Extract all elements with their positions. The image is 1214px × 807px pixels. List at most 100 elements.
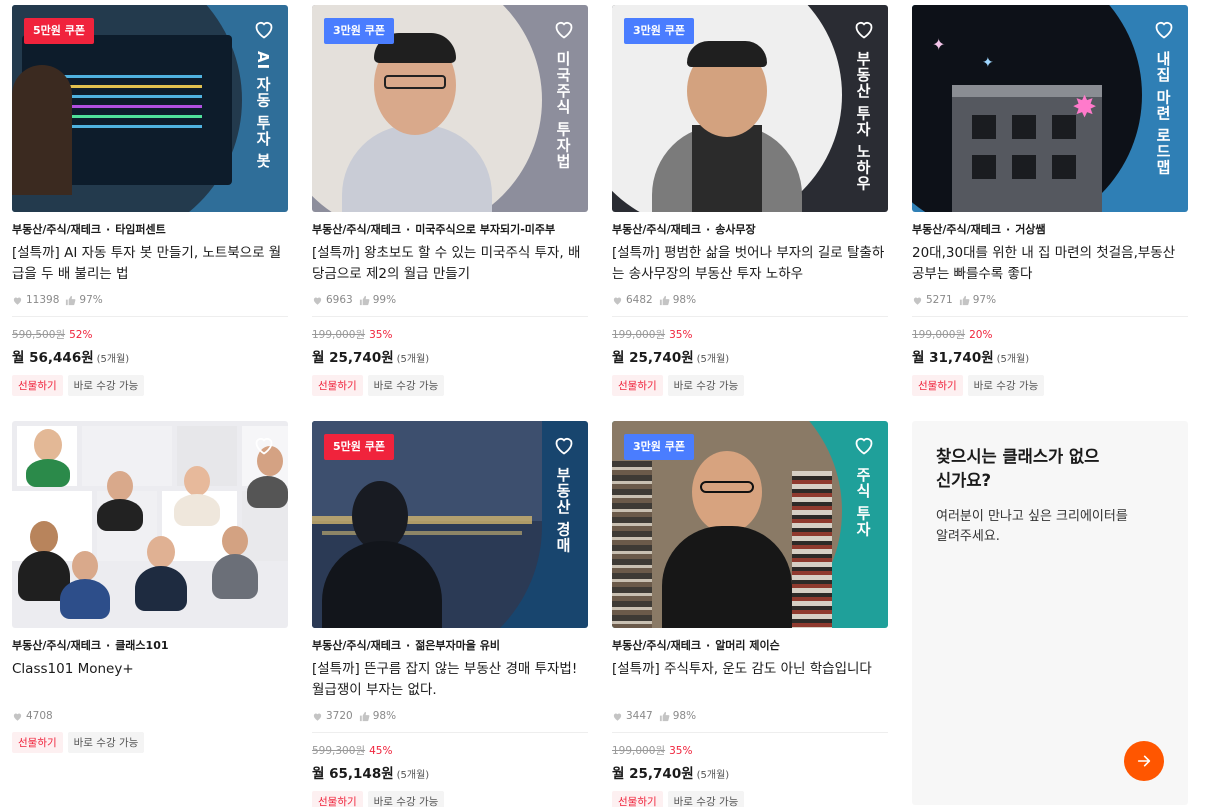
like-count: 3447 <box>626 710 653 722</box>
price-row: 199,000원 35% <box>612 743 888 758</box>
heart-icon[interactable] <box>252 433 276 457</box>
class-card[interactable]: 부동산/주식/재테크 · 클래스101 Class101 Money+ 4708 선… <box>12 421 288 753</box>
monthly-amount: 월 25,740원 <box>612 350 694 366</box>
class-thumbnail[interactable]: 5만원 쿠폰 부동산 경매 <box>312 421 588 628</box>
monthly-price: 월 31,740원 (5개월) <box>912 346 1188 366</box>
class-meta: 부동산/주식/재테크 · 알머리 제이슨 <box>612 639 780 652</box>
class-title[interactable]: [설특까] 평범한 삶을 벗어나 부자의 길로 탈출하는 송사무장의 부동산 투… <box>612 243 888 285</box>
gift-tag[interactable]: 선물하기 <box>612 791 663 807</box>
thumbnail-title: 내집 마련 로드맵 <box>1154 51 1172 176</box>
original-price: 199,000원 <box>312 329 366 341</box>
original-price: 590,500원 <box>12 329 66 341</box>
class-stats: 4708 <box>12 710 288 722</box>
heart-count-icon <box>313 297 322 305</box>
thumbnail-title: 주식 투자 <box>854 467 872 538</box>
heart-icon[interactable] <box>852 433 876 457</box>
category-label: 부동산/주식/재테크 <box>312 639 401 652</box>
request-class-card[interactable]: 찾으시는 클래스가 없으신가요? 여러분이 만나고 싶은 크리에이터를 알려주세… <box>912 421 1188 805</box>
gift-tag[interactable]: 선물하기 <box>312 375 363 396</box>
price-row: 199,000원 35% <box>312 327 588 342</box>
heart-icon[interactable] <box>552 17 576 41</box>
heart-icon[interactable] <box>252 17 276 41</box>
monthly-amount: 월 25,740원 <box>312 350 394 366</box>
thumbs-up-icon <box>659 711 670 721</box>
price-row: 199,000원 35% <box>612 327 888 342</box>
class-meta: 부동산/주식/재테크 · 클래스101 <box>12 639 169 652</box>
installment-months: (5개월) <box>996 354 1030 365</box>
original-price: 199,000원 <box>612 329 666 341</box>
class-card[interactable]: 3만원 쿠폰 미국주식 투자법 부동산/주식/재테크 · 미국주식으로 부자되기-미… <box>312 5 588 396</box>
thumbs-up-icon <box>959 295 970 305</box>
heart-count-icon <box>313 713 322 721</box>
divider <box>312 316 588 317</box>
gift-tag[interactable]: 선물하기 <box>912 375 963 396</box>
class-thumbnail[interactable]: ✦ ✦ ✸ 내집 마련 로드맵 <box>912 5 1188 212</box>
monthly-price: 월 25,740원 (5개월) <box>612 346 888 366</box>
class-title[interactable]: [설특까] 주식투자, 운도 감도 아닌 학습입니다 <box>612 659 888 701</box>
discount-rate: 35% <box>669 745 693 757</box>
like-count: 3720 <box>326 710 353 722</box>
class-meta: 부동산/주식/재테크 · 미국주식으로 부자되기-미주부 <box>312 223 556 236</box>
category-label: 부동산/주식/재테크 <box>12 639 101 652</box>
heart-count-icon <box>613 713 622 721</box>
rating: 99% <box>372 294 397 306</box>
class-stats: 6963 99% <box>312 294 588 306</box>
class-card[interactable]: ✦ ✦ ✸ 내집 마련 로드맵 부동산/주식/재테크 · 거상쌤 20대,30대를 … <box>912 5 1188 396</box>
available-now-tag: 바로 수강 가능 <box>667 791 745 807</box>
tags: 선물하기 바로 수강 가능 <box>12 732 288 753</box>
monthly-price: 월 56,446원 (5개월) <box>12 346 288 366</box>
class-stats: 5271 97% <box>912 294 1188 306</box>
original-price: 599,300원 <box>312 745 366 757</box>
thumbs-up-icon <box>659 295 670 305</box>
divider <box>612 732 888 733</box>
divider <box>312 732 588 733</box>
class-meta: 부동산/주식/재테크 · 젊은부자마을 유비 <box>312 639 500 652</box>
discount-rate: 20% <box>969 329 993 341</box>
coupon-badge: 5만원 쿠폰 <box>24 18 94 44</box>
heart-icon[interactable] <box>552 433 576 457</box>
class-meta: 부동산/주식/재테크 · 거상쌤 <box>912 223 1046 236</box>
discount-rate: 52% <box>69 329 93 341</box>
class-stats: 6482 98% <box>612 294 888 306</box>
gift-tag[interactable]: 선물하기 <box>12 375 63 396</box>
class-stats: 3447 98% <box>612 710 888 722</box>
heart-count-icon <box>613 297 622 305</box>
gift-tag[interactable]: 선물하기 <box>312 791 363 807</box>
class-thumbnail[interactable]: 3만원 쿠폰 부동산 투자 노하우 <box>612 5 888 212</box>
class-thumbnail[interactable]: 5만원 쿠폰 AI 자동 투자 봇 <box>12 5 288 212</box>
class-thumbnail[interactable]: 3만원 쿠폰 미국주식 투자법 <box>312 5 588 212</box>
original-price: 199,000원 <box>612 745 666 757</box>
heart-icon[interactable] <box>1152 17 1176 41</box>
heart-icon[interactable] <box>852 17 876 41</box>
class-card[interactable]: 5만원 쿠폰 AI 자동 투자 봇 부동산/주식/재테크 · 타임퍼센트 [설특까]… <box>12 5 288 396</box>
class-card[interactable]: 5만원 쿠폰 부동산 경매 부동산/주식/재테크 · 젊은부자마을 유비 [설특까]… <box>312 421 588 807</box>
coupon-badge: 3만원 쿠폰 <box>624 18 694 44</box>
tags: 선물하기 바로 수강 가능 <box>312 791 588 807</box>
heart-count-icon <box>913 297 922 305</box>
creator-name: 미국주식으로 부자되기-미주부 <box>415 223 556 236</box>
gift-tag[interactable]: 선물하기 <box>612 375 663 396</box>
class-title[interactable]: [설특까] 뜬구름 잡지 않는 부동산 경매 투자법! 월급쟁이 부자는 없다. <box>312 659 588 701</box>
class-title[interactable]: [설특까] 왕초보도 할 수 있는 미국주식 투자, 배당금으로 제2의 월급 … <box>312 243 588 285</box>
class-meta: 부동산/주식/재테크 · 타임퍼센트 <box>12 223 166 236</box>
class-thumbnail[interactable]: 3만원 쿠폰 주식 투자 <box>612 421 888 628</box>
class-title[interactable]: Class101 Money+ <box>12 659 288 701</box>
class-card[interactable]: 3만원 쿠폰 주식 투자 부동산/주식/재테크 · 알머리 제이슨 [설특까] 주식… <box>612 421 888 807</box>
class-meta: 부동산/주식/재테크 · 송사무장 <box>612 223 756 236</box>
thumbnail-title: 부동산 경매 <box>554 467 572 554</box>
installment-months: (5개월) <box>396 354 430 365</box>
gift-tag[interactable]: 선물하기 <box>12 732 63 753</box>
category-label: 부동산/주식/재테크 <box>312 223 401 236</box>
class-title[interactable]: [설특까] AI 자동 투자 봇 만들기, 노트북으로 월급을 두 배 불리는 … <box>12 243 288 285</box>
monthly-amount: 월 25,740원 <box>612 766 694 782</box>
thumbnail-title: AI 자동 투자 봇 <box>254 51 272 169</box>
rating: 97% <box>972 294 997 306</box>
coupon-badge: 3만원 쿠폰 <box>624 434 694 460</box>
arrow-right-icon <box>1137 755 1151 767</box>
category-label: 부동산/주식/재테크 <box>612 639 701 652</box>
class-title[interactable]: 20대,30대를 위한 내 집 마련의 첫걸음,부동산 공부는 빠를수록 좋다 <box>912 243 1188 285</box>
installment-months: (5개월) <box>696 770 730 781</box>
class-card[interactable]: 3만원 쿠폰 부동산 투자 노하우 부동산/주식/재테크 · 송사무장 [설특까] … <box>612 5 888 396</box>
request-arrow-button[interactable] <box>1124 741 1164 781</box>
class-thumbnail[interactable] <box>12 421 288 628</box>
